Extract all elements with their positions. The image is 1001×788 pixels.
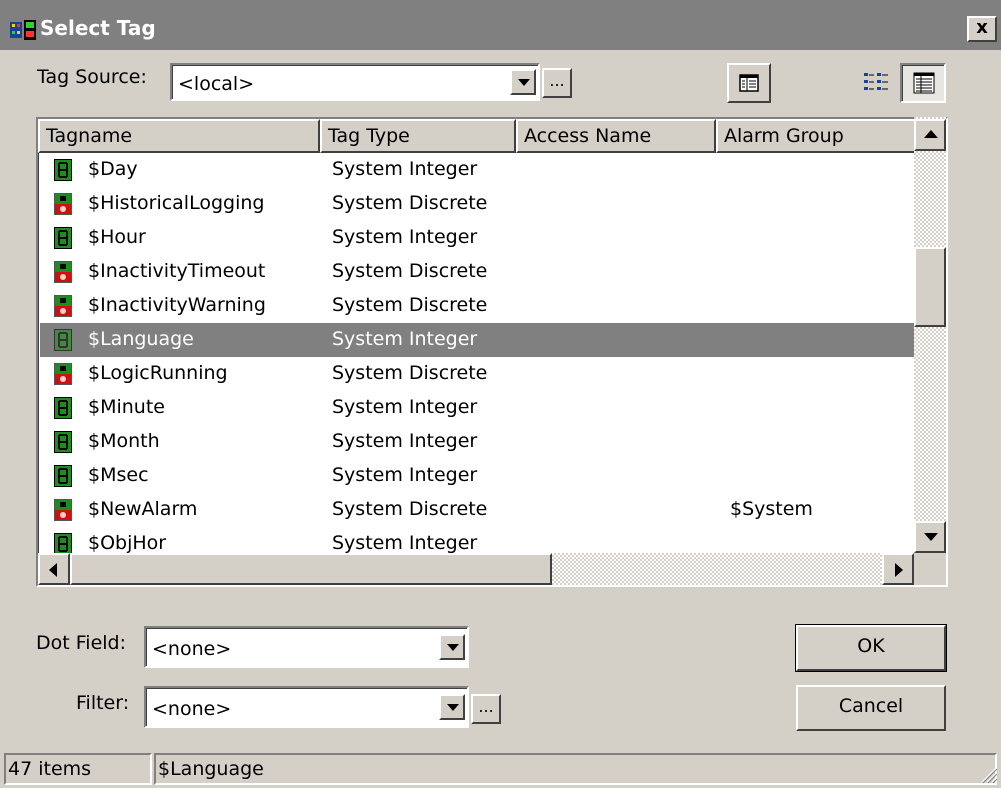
cancel-button[interactable]: Cancel [796,685,946,731]
cell-tag-type: System Integer [332,464,478,486]
cell-tag-type: System Discrete [332,362,488,384]
tag-source-value: <local> [178,73,255,95]
chevron-down-icon[interactable] [510,69,536,95]
title-bar[interactable]: Select Tag x [0,0,1001,50]
column-header-tagname[interactable]: Tagname [38,119,320,153]
scroll-right-button[interactable] [882,553,914,585]
cell-tag-type: System Integer [332,226,478,248]
cell-tag-type: System Discrete [332,192,488,214]
scrollbar-corner [914,553,946,585]
column-header-alarm-group[interactable]: Alarm Group [716,119,916,153]
table-row[interactable]: $Day System Integer [40,153,916,187]
table-row[interactable]: $Minute System Integer [40,391,916,425]
integer-tag-icon [54,159,72,181]
cell-tagname: $Month [88,430,160,452]
discrete-tag-icon [54,261,72,283]
cell-tagname: $InactivityTimeout [88,260,266,282]
discrete-tag-icon [54,499,72,521]
discrete-tag-icon [54,363,72,385]
tag-source-browse-button[interactable]: ... [542,68,572,98]
integer-tag-icon [54,227,72,249]
cell-tagname: $Msec [88,464,149,486]
scroll-left-button[interactable] [38,553,70,585]
column-header-access-name[interactable]: Access Name [516,119,716,153]
dot-field-combobox[interactable]: <none> [144,626,469,668]
cell-tagname: $ObjHor [88,532,167,554]
cell-tag-type: System Discrete [332,260,488,282]
table-row[interactable]: $Msec System Integer [40,459,916,493]
app-icon [10,20,36,40]
column-header-tag-type[interactable]: Tag Type [320,119,516,153]
table-row[interactable]: $Language System Integer [40,323,916,357]
tree-view-icon [739,74,759,92]
tag-source-combobox[interactable]: <local> [170,63,540,101]
integer-tag-icon [54,397,72,419]
cell-tagname: $LogicRunning [88,362,228,384]
ok-button[interactable]: OK [795,624,947,672]
filter-value: <none> [152,698,232,720]
horizontal-scroll-thumb[interactable] [70,553,552,585]
cell-tag-type: System Integer [332,396,478,418]
table-row[interactable]: $InactivityWarning System Discrete [40,289,916,323]
chevron-down-icon[interactable] [439,694,465,720]
scroll-down-button[interactable] [914,521,946,553]
cell-tag-type: System Discrete [332,294,488,316]
details-view-button[interactable] [900,63,946,103]
cell-tag-type: System Integer [332,328,478,350]
chevron-down-icon[interactable] [439,634,465,660]
integer-tag-icon [54,431,72,453]
table-row[interactable]: $LogicRunning System Discrete [40,357,916,391]
integer-tag-icon [54,465,72,487]
table-row[interactable]: $NewAlarm System Discrete $System [40,493,916,527]
cell-tagname: $InactivityWarning [88,294,266,316]
list-view-button[interactable] [853,63,899,103]
vertical-scrollbar[interactable] [914,117,946,573]
table-row[interactable]: $Hour System Integer [40,221,916,255]
tree-view-button[interactable] [727,63,771,103]
cell-tag-type: System Integer [332,532,478,554]
cell-tagname: $HistoricalLogging [88,192,265,214]
filter-browse-button[interactable]: ... [471,694,501,724]
table-row[interactable]: $HistoricalLogging System Discrete [40,187,916,221]
dot-field-label: Dot Field: [36,632,126,654]
horizontal-scrollbar[interactable] [38,553,914,585]
dot-field-value: <none> [152,638,232,660]
scroll-up-button[interactable] [914,119,946,151]
list-view-icon [864,73,888,90]
cell-tagname: $Language [88,328,194,350]
details-view-icon [913,72,935,94]
filter-combobox[interactable]: <none> [144,686,469,728]
cell-tag-type: System Integer [332,158,478,180]
cell-alarm-group: $System [730,498,813,520]
tag-source-label: Tag Source: [37,66,147,88]
status-item-count: 47 items [4,753,152,785]
window-title: Select Tag [40,16,156,40]
vertical-scroll-thumb[interactable] [914,247,946,327]
cell-tagname: $Minute [88,396,165,418]
tag-list[interactable]: Tagname Tag Type Access Name Alarm Group… [36,117,948,587]
integer-tag-icon [54,329,72,351]
discrete-tag-icon [54,295,72,317]
table-row[interactable]: $Month System Integer [40,425,916,459]
resize-grip-icon[interactable] [980,766,998,784]
close-button[interactable]: x [967,16,997,42]
cell-tagname: $Hour [88,226,146,248]
table-row[interactable]: $InactivityTimeout System Discrete [40,255,916,289]
integer-tag-icon [54,533,72,555]
cell-tagname: $Day [88,158,138,180]
filter-label: Filter: [76,692,130,714]
cell-tagname: $NewAlarm [88,498,198,520]
cell-tag-type: System Integer [332,430,478,452]
status-selection: $Language [154,753,997,785]
discrete-tag-icon [54,193,72,215]
cell-tag-type: System Discrete [332,498,488,520]
